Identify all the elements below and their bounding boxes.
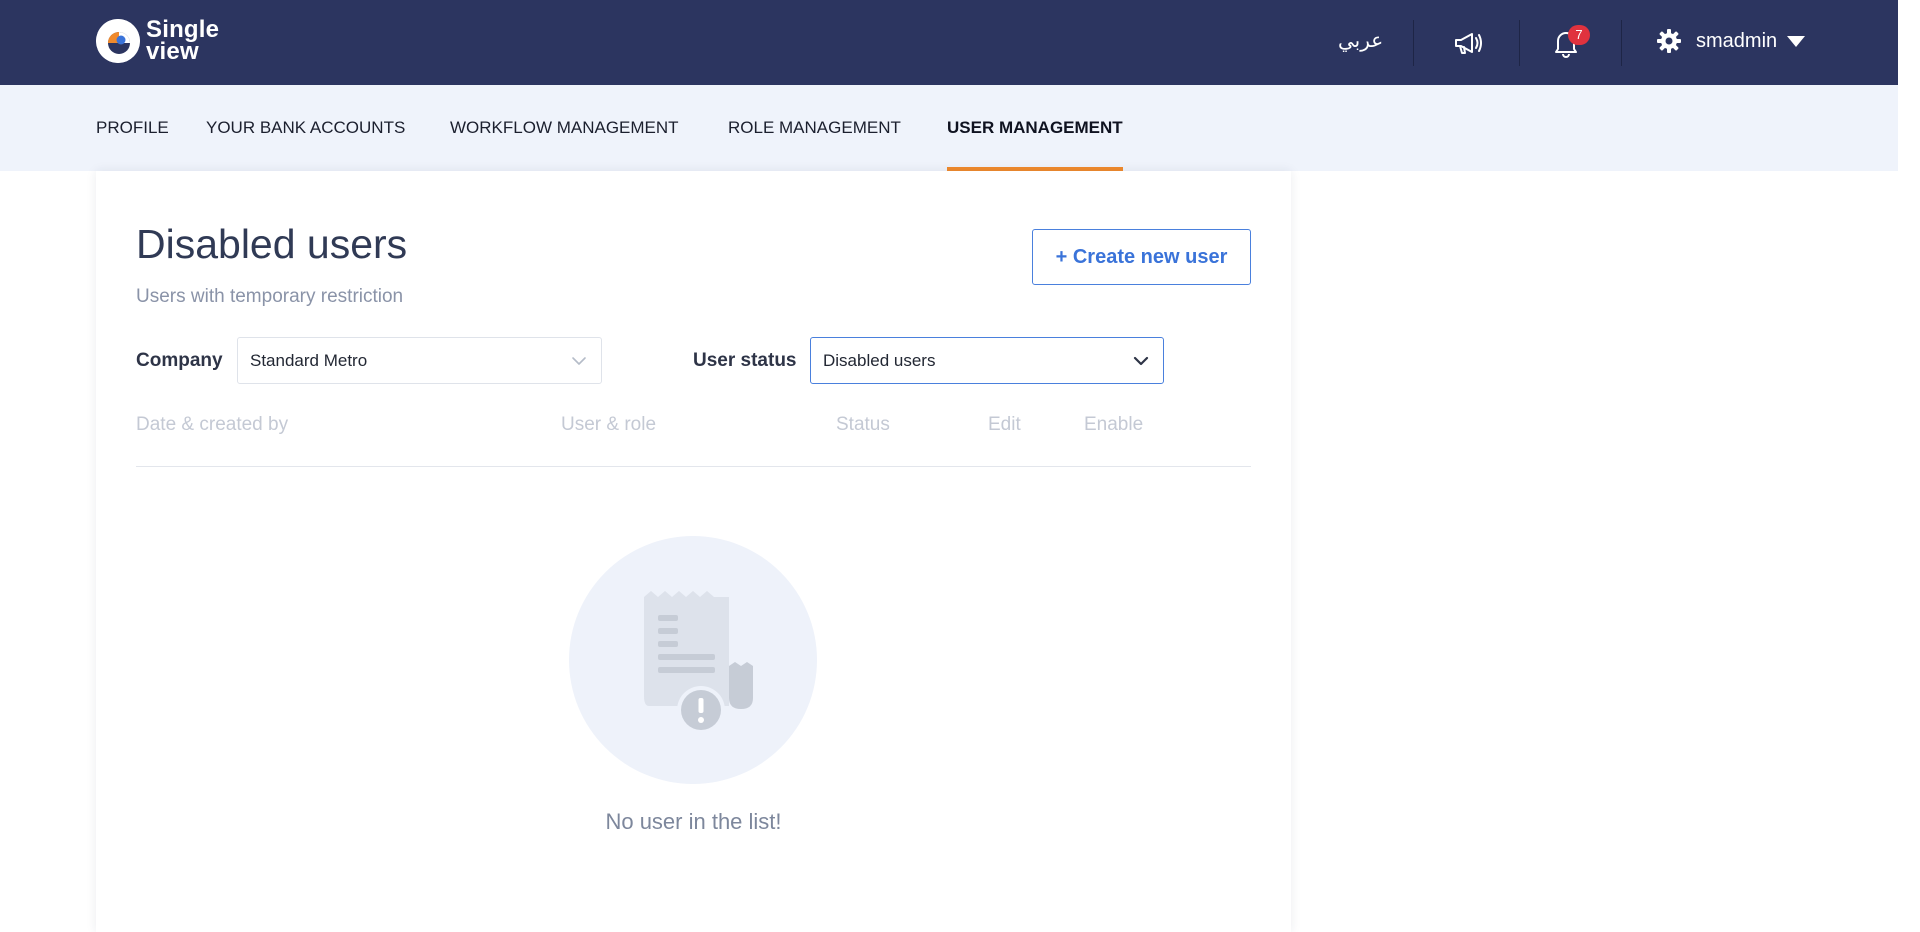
empty-state-illustration <box>569 536 817 784</box>
gear-icon <box>1657 29 1681 53</box>
empty-receipt-icon <box>644 591 753 734</box>
tab-user-management[interactable]: USER MANAGEMENT <box>947 85 1123 171</box>
megaphone-icon <box>1455 33 1482 54</box>
scrollbar-gutter[interactable] <box>1898 0 1920 932</box>
empty-state-message: No user in the list! <box>605 809 782 834</box>
caret-down-icon <box>1787 35 1806 47</box>
tab-workflow-management[interactable]: WORKFLOW MANAGEMENT <box>450 85 679 171</box>
page-title: Disabled users <box>136 221 408 267</box>
create-new-user-button[interactable]: + Create new user <box>1032 229 1251 285</box>
page-subtitle: Users with temporary restriction <box>136 286 404 307</box>
logo-text: Single view <box>146 18 219 65</box>
chevron-down-icon <box>1133 356 1149 366</box>
user-status-select[interactable]: Disabled users <box>810 337 1164 384</box>
table-header-divider <box>136 466 1251 467</box>
navbar-divider <box>1413 20 1414 66</box>
app-logo[interactable]: Single view <box>96 18 219 65</box>
user-menu[interactable]: smadmin <box>1656 28 1806 54</box>
navbar-divider <box>1519 20 1520 66</box>
company-select-value: Standard Metro <box>250 351 368 370</box>
company-label: Company <box>136 350 223 371</box>
company-select[interactable]: Standard Metro <box>237 337 602 384</box>
tab-role-management[interactable]: ROLE MANAGEMENT <box>728 85 901 171</box>
top-navbar: Single view عربي 7 smadmin <box>0 0 1898 85</box>
chevron-down-icon <box>572 357 586 365</box>
settings-tabs: PROFILE YOUR BANK ACCOUNTS WORKFLOW MANA… <box>0 85 1898 171</box>
announcements-button[interactable] <box>1452 28 1484 58</box>
notification-badge: 7 <box>1568 25 1590 45</box>
tab-bank-accounts[interactable]: YOUR BANK ACCOUNTS <box>206 85 405 171</box>
tab-profile[interactable]: PROFILE <box>96 85 169 171</box>
users-card: Disabled users Users with temporary rest… <box>96 171 1291 932</box>
logo-line-2: view <box>146 38 199 65</box>
navbar-divider <box>1621 20 1622 66</box>
logo-mark-icon <box>96 19 140 63</box>
user-status-label: User status <box>693 350 797 371</box>
language-toggle[interactable]: عربي <box>1338 28 1383 52</box>
page: Single view عربي 7 smadmin PROFILE YOUR … <box>0 0 1898 932</box>
column-header-status: Status <box>836 414 890 435</box>
column-header-user-role: User & role <box>561 414 657 435</box>
column-header-enable: Enable <box>1084 414 1144 435</box>
column-header-date-created: Date & created by <box>136 414 289 435</box>
username-label: smadmin <box>1696 29 1778 52</box>
column-header-edit: Edit <box>988 414 1021 435</box>
user-status-select-value: Disabled users <box>823 351 936 370</box>
